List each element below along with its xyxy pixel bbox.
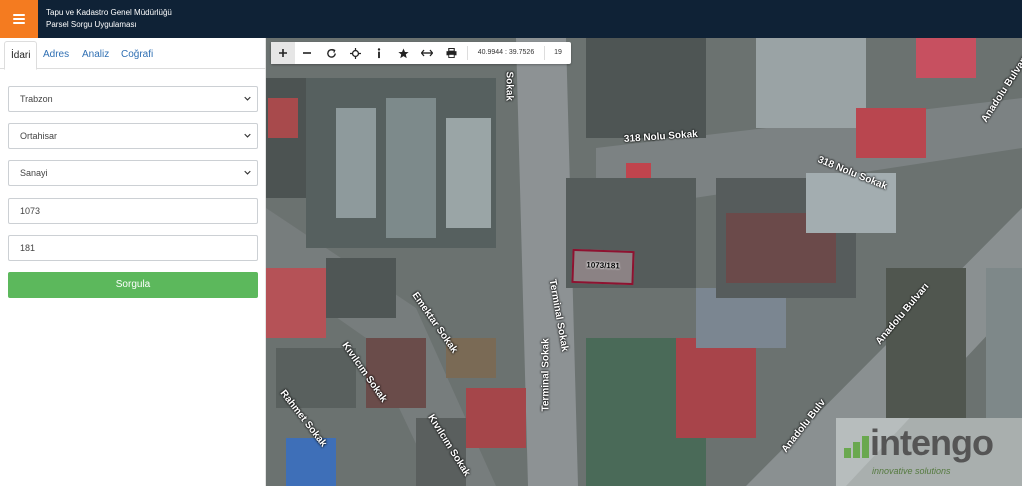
- tab-analiz[interactable]: Analiz: [76, 41, 115, 69]
- district-select[interactable]: Ortahisar: [8, 123, 258, 149]
- app-subtitle: Parsel Sorgu Uygulaması: [46, 20, 137, 29]
- watermark-name: intengo: [870, 422, 994, 463]
- street-label: Sokak: [503, 71, 515, 101]
- query-sidebar: İdari Adres Analiz Coğrafi Trabzon Ortah…: [0, 38, 266, 486]
- neighborhood-select[interactable]: Sanayi: [8, 160, 258, 186]
- parcel-highlight[interactable]: 1073/181: [571, 248, 635, 286]
- measure-icon[interactable]: [415, 42, 439, 64]
- chevron-down-icon: [244, 170, 251, 175]
- street-label: Terminal Sokak: [540, 338, 552, 412]
- hamburger-menu-icon: [13, 14, 25, 24]
- watermark-tagline: innovative solutions: [872, 466, 951, 476]
- refresh-icon[interactable]: [319, 42, 343, 64]
- chevron-down-icon: [244, 96, 251, 101]
- zoom-out-icon[interactable]: [295, 42, 319, 64]
- print-icon[interactable]: [439, 42, 463, 64]
- menu-button[interactable]: [0, 0, 38, 38]
- block-number-input[interactable]: 1073: [8, 198, 258, 224]
- parcel-number-input[interactable]: 181: [8, 235, 258, 261]
- parcel-label: 1073/181: [586, 260, 620, 271]
- province-value: Trabzon: [20, 94, 53, 104]
- coordinate-readout: 40.9944 : 39.7526: [467, 46, 545, 60]
- info-icon[interactable]: [367, 42, 391, 64]
- favorite-star-icon[interactable]: [391, 42, 415, 64]
- locate-icon[interactable]: [343, 42, 367, 64]
- query-button[interactable]: Sorgula: [8, 272, 258, 298]
- tab-cografi[interactable]: Coğrafi: [115, 41, 159, 69]
- map-toolbar: 40.9944 : 39.7526 19: [271, 42, 571, 64]
- map-view[interactable]: 40.9944 : 39.7526 19 Sokak 318 Nolu Soka…: [266, 38, 1022, 486]
- query-tabs: İdari Adres Analiz Coğrafi: [0, 38, 266, 70]
- zoom-level: 19: [554, 49, 562, 56]
- intengo-logo-icon: [844, 436, 869, 458]
- watermark-logo: intengo innovative solutions: [836, 418, 1022, 486]
- tab-idari[interactable]: İdari: [4, 41, 38, 70]
- neighborhood-value: Sanayi: [20, 168, 48, 178]
- district-value: Ortahisar: [20, 131, 58, 141]
- zoom-in-icon[interactable]: [271, 42, 295, 64]
- app-title: Tapu ve Kadastro Genel Müdürlüğü: [46, 8, 172, 17]
- app-header: Tapu ve Kadastro Genel Müdürlüğü Parsel …: [0, 0, 1022, 38]
- chevron-down-icon: [244, 133, 251, 138]
- tab-adres[interactable]: Adres: [37, 41, 75, 69]
- province-select[interactable]: Trabzon: [8, 86, 258, 112]
